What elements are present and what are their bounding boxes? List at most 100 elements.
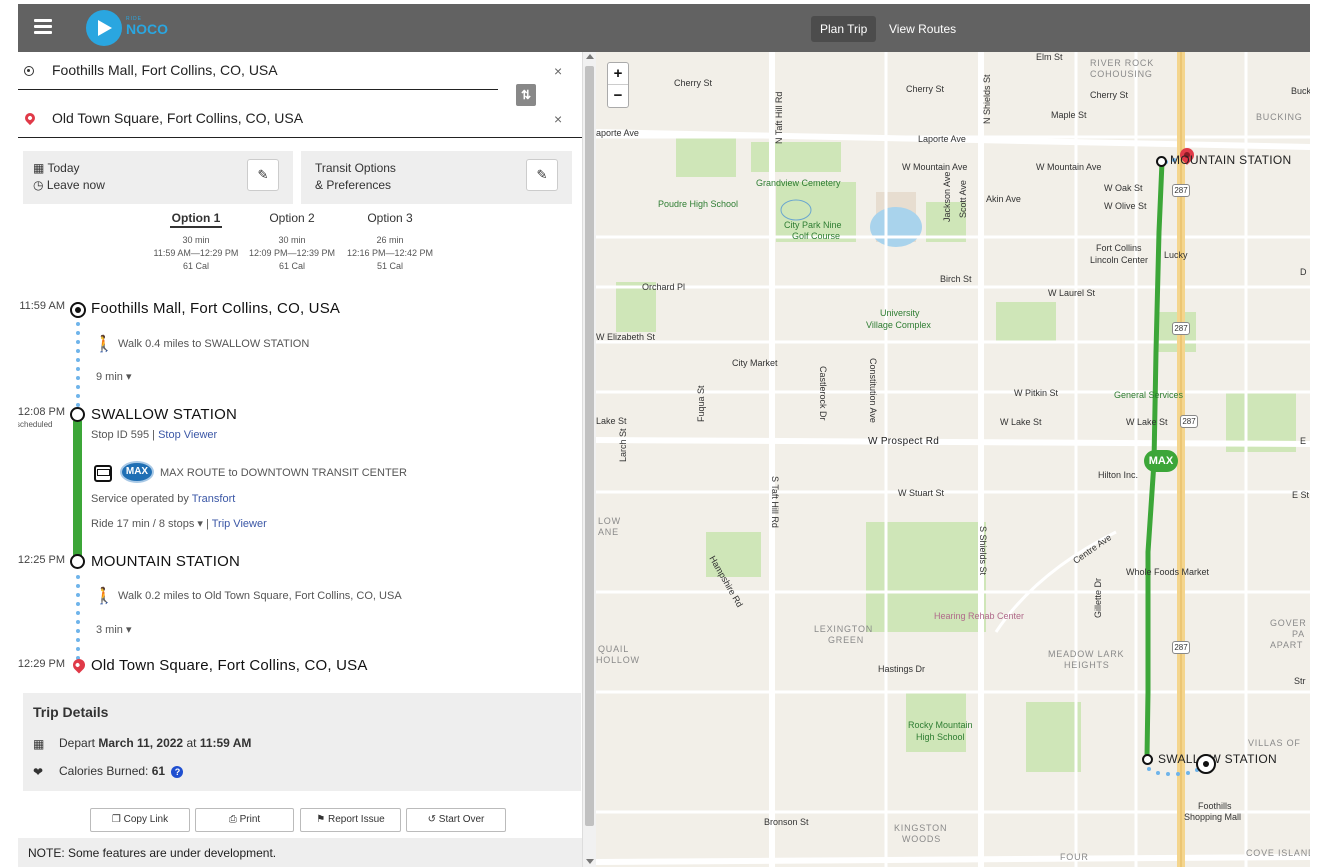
end-place: Old Town Square, Fort Collins, CO, USA (91, 657, 368, 674)
map-label: W Prospect Rd (868, 436, 940, 447)
zoom-control: + − (607, 62, 629, 108)
map-label: VILLAS OF (1248, 738, 1301, 748)
scroll-thumb[interactable] (585, 66, 594, 826)
max-route-badge: MAX (120, 461, 154, 483)
map-label: COVE ISLAND (1246, 848, 1310, 858)
mountain-station-marker[interactable] (1156, 156, 1167, 167)
map-label: Golf Course (792, 231, 841, 241)
route-name: MAX ROUTE (160, 467, 226, 479)
depart-time: 11:59 AM (199, 736, 252, 750)
copy-link-button[interactable]: ❐ Copy Link (90, 808, 190, 832)
start-place: Foothills Mall, Fort Collins, CO, USA (91, 300, 341, 317)
map-label: LOW (598, 516, 621, 526)
edit-preferences-button[interactable]: ✎ (526, 159, 558, 191)
ride-summary-toggle[interactable]: Ride 17 min / 8 stops (91, 518, 194, 530)
option-tab-2[interactable]: Option 2 30 min 12:09 PM—12:39 PM 61 Cal (242, 210, 342, 273)
option-2-calories: 61 Cal (278, 261, 305, 271)
start-over-button[interactable]: ↺ Start Over (406, 808, 506, 832)
map-label: QUAIL (598, 644, 630, 654)
map-label: Larch St (618, 428, 628, 462)
caret-down-icon[interactable]: ▾ (197, 518, 203, 530)
nav-plan-trip[interactable]: Plan Trip (811, 16, 877, 42)
scheduled-label: scheduled (18, 420, 53, 429)
map-label: E St (1292, 490, 1310, 500)
date-label: Today (47, 161, 80, 175)
map[interactable]: + − MOUNTAIN STATION MAX SWALLOW STATION… (596, 52, 1310, 867)
destination-input[interactable]: Old Town Square, Fort Collins, CO, USA (52, 110, 303, 126)
map-label: aporte Ave (596, 128, 639, 138)
help-icon[interactable]: ? (171, 766, 184, 778)
map-label: City Park Nine (784, 220, 842, 230)
zoom-out-button[interactable]: − (608, 85, 628, 107)
print-button[interactable]: ⎙ Print (195, 808, 294, 832)
scroll-up-arrow-icon[interactable] (586, 54, 594, 59)
itinerary-options: Option 1 30 min 11:59 AM—12:29 PM 61 Cal… (146, 210, 466, 290)
map-label: W Pitkin St (1014, 388, 1059, 398)
trip-viewer-link[interactable]: Trip Viewer (212, 518, 267, 530)
preferences-label: & Preferences (315, 178, 392, 192)
nav-view-routes[interactable]: View Routes (880, 16, 965, 42)
walk-2-duration-toggle[interactable]: 3 min ▾ (96, 623, 132, 636)
flag-icon: ⚑ (316, 814, 326, 825)
map-label: N Shields St (982, 74, 992, 124)
walk-1-duration-toggle[interactable]: 9 min ▾ (96, 370, 132, 383)
option-2-times: 12:09 PM—12:39 PM (248, 248, 336, 258)
map-label: High School (916, 732, 965, 742)
map-label: Hilton Inc. (1098, 470, 1139, 480)
map-canvas (596, 52, 1310, 867)
option-3-times: 12:16 PM—12:42 PM (346, 248, 434, 258)
swallow-station-marker[interactable] (1142, 754, 1153, 765)
map-label: Lake St (596, 416, 627, 426)
start-time: 11:59 AM (19, 300, 65, 312)
development-note: NOTE: Some features are under developmen… (18, 838, 582, 867)
depart-row: Depart March 11, 2022 at 11:59 AM (59, 736, 252, 750)
map-label: W Olive St (1104, 201, 1147, 211)
hwy-287-shield: 287 (1172, 641, 1190, 654)
map-label: Maple St (1051, 110, 1087, 120)
trip-details-title: Trip Details (33, 704, 109, 720)
map-label: Str (1294, 676, 1306, 686)
map-label: Scott Ave (958, 180, 968, 218)
end-time: 12:29 PM (18, 658, 65, 670)
origin-row: Foothills Mall, Fort Collins, CO, USA × (18, 52, 582, 90)
board-stop-name: SWALLOW STATION (91, 406, 238, 423)
option-tab-1[interactable]: Option 1 30 min 11:59 AM—12:29 PM 61 Cal (146, 210, 246, 273)
map-label: GREEN (828, 635, 865, 645)
trip-details-box: Trip Details ▦ Depart March 11, 2022 at … (23, 693, 581, 791)
map-label: Rocky Mountain (908, 720, 973, 730)
origin-input[interactable]: Foothills Mall, Fort Collins, CO, USA (52, 62, 278, 78)
map-label: Foothills (1198, 801, 1232, 811)
destination-row: Old Town Square, Fort Collins, CO, USA × (18, 100, 582, 138)
map-label: Village Complex (866, 320, 931, 330)
undo-icon: ↺ (427, 814, 437, 825)
map-label: Cherry St (906, 84, 945, 94)
clock-icon: ◷ (33, 178, 44, 192)
map-label: Castlerock Dr (818, 366, 828, 421)
clear-origin-button[interactable]: × (554, 63, 562, 79)
origin-map-marker[interactable] (1196, 754, 1216, 774)
scroll-down-arrow-icon[interactable] (586, 859, 594, 864)
report-issue-button[interactable]: ⚑ Report Issue (300, 808, 401, 832)
map-label: Constitution Ave (868, 358, 878, 423)
stop-viewer-link[interactable]: Stop Viewer (158, 429, 217, 441)
map-label: RIVER ROCK (1090, 58, 1155, 68)
panel-scrollbar[interactable] (582, 52, 596, 867)
zoom-in-button[interactable]: + (608, 63, 628, 85)
edit-date-time-button[interactable]: ✎ (247, 159, 279, 191)
hamburger-menu-icon[interactable] (34, 19, 52, 35)
map-label: Fort Collins (1096, 243, 1142, 253)
map-label: Hastings Dr (878, 664, 926, 674)
map-label: S Shields St (978, 526, 988, 576)
option-tab-3[interactable]: Option 3 26 min 12:16 PM—12:42 PM 51 Cal (340, 210, 440, 273)
calories-value: 61 (151, 764, 166, 778)
walk-icon: 🚶 (94, 336, 114, 353)
operator-link[interactable]: Transfort (192, 493, 236, 505)
walk-1-description: Walk 0.4 miles to SWALLOW STATION (118, 338, 310, 350)
map-label: W Mountain Ave (1036, 162, 1102, 172)
option-1-duration: 30 min (182, 235, 210, 245)
clear-destination-button[interactable]: × (554, 111, 562, 127)
map-label: W Mountain Ave (902, 162, 968, 172)
calendar-icon: ▦ (33, 161, 45, 175)
map-label: PA (1292, 629, 1305, 639)
ride-noco-logo[interactable] (86, 10, 122, 46)
